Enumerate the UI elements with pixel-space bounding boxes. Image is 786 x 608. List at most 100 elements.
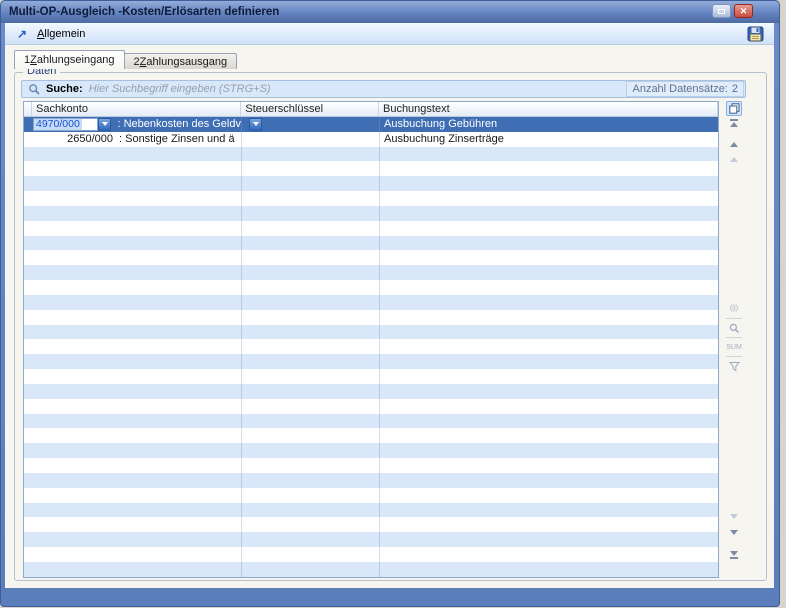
table-cell-empty	[242, 250, 380, 265]
menu-arrow-icon: ↗	[17, 27, 27, 41]
table-row-empty[interactable]	[24, 562, 718, 577]
sachkonto-editor[interactable]: 4970/000	[33, 118, 98, 131]
column-header-buchungstext[interactable]: Buchungstext	[379, 102, 718, 116]
close-icon: ✕	[740, 7, 748, 16]
table-cell-empty	[242, 384, 380, 399]
table-row-empty[interactable]	[24, 310, 718, 325]
cell-buchungstext[interactable]: Ausbuchung Gebühren	[380, 117, 718, 132]
zoom-button[interactable]	[726, 318, 742, 337]
table-row-empty[interactable]	[24, 147, 718, 162]
arrow-up-icon	[730, 145, 738, 162]
cell-steuerschluessel[interactable]	[242, 132, 380, 147]
table-row-empty[interactable]	[24, 191, 718, 206]
table-cell-empty	[242, 443, 380, 458]
table-row-empty[interactable]	[24, 428, 718, 443]
scroll-up-disabled-button	[730, 145, 738, 157]
table-row-empty[interactable]	[24, 369, 718, 384]
scroll-up-button[interactable]	[730, 130, 738, 142]
copy-rows-button[interactable]	[726, 101, 742, 116]
table-cell-empty	[32, 265, 242, 280]
copy-icon	[729, 103, 740, 114]
table-row-empty[interactable]	[24, 206, 718, 221]
close-button[interactable]: ✕	[734, 4, 753, 18]
scroll-down-button[interactable]	[730, 535, 738, 547]
table-row[interactable]: 4970/000 : Nebenkosten des Geldv	[24, 117, 718, 132]
grid-header: Sachkonto Steuerschlüssel Buchungstext	[24, 102, 718, 117]
table-cell-empty	[380, 532, 718, 547]
table-cell-empty	[380, 250, 718, 265]
table-cell-empty	[242, 221, 380, 236]
cell-steuerschluessel[interactable]	[242, 117, 380, 132]
table-row-empty[interactable]	[24, 443, 718, 458]
table-cell-empty	[380, 369, 718, 384]
table-row-empty[interactable]	[24, 295, 718, 310]
table-cell-empty	[242, 191, 380, 206]
table-row-empty[interactable]	[24, 176, 718, 191]
save-button[interactable]	[747, 26, 764, 42]
cell-buchungstext[interactable]: Ausbuchung Zinserträge	[380, 132, 718, 147]
table-cell-empty	[32, 443, 242, 458]
table-row-empty[interactable]	[24, 354, 718, 369]
table-cell-empty	[32, 339, 242, 354]
bands-button[interactable]: (||)	[726, 299, 742, 318]
table-row[interactable]: 2650/000 : Sonstige Zinsen und ä Ausbuch…	[24, 132, 718, 147]
table-cell-empty	[380, 354, 718, 369]
table-cell-empty	[380, 443, 718, 458]
table-row-empty[interactable]	[24, 503, 718, 518]
table-cell-empty	[380, 384, 718, 399]
cell-sachkonto[interactable]: 2650/000 : Sonstige Zinsen und ä	[32, 132, 242, 147]
search-icon	[28, 83, 41, 96]
steuerschluessel-dropdown-button[interactable]	[249, 118, 262, 131]
table-cell-empty	[380, 295, 718, 310]
table-cell-empty	[380, 191, 718, 206]
table-row-empty[interactable]	[24, 399, 718, 414]
table-row-empty[interactable]	[24, 221, 718, 236]
table-row-empty[interactable]	[24, 517, 718, 532]
table-row-empty[interactable]	[24, 414, 718, 429]
search-bar[interactable]: Suche: Hier Suchbegriff eingeben (STRG+S…	[21, 80, 746, 98]
filter-button[interactable]	[726, 356, 742, 375]
table-cell-empty	[380, 414, 718, 429]
table-cell-empty	[242, 161, 380, 176]
arrow-down-icon	[730, 514, 738, 531]
column-header-steuerschluessel[interactable]: Steuerschlüssel	[241, 102, 379, 116]
cell-sachkonto[interactable]: 4970/000 : Nebenkosten des Geldv	[32, 117, 242, 132]
tab-zahlungseingang[interactable]: 1 Zahlungseingang	[14, 50, 125, 69]
title-bar[interactable]: Multi-OP-Ausgleich -Kosten/Erlösarten de…	[0, 0, 780, 23]
magnifier-icon	[729, 323, 740, 334]
table-row-empty[interactable]	[24, 265, 718, 280]
table-row-empty[interactable]	[24, 532, 718, 547]
table-cell-empty	[32, 221, 242, 236]
scroll-to-bottom-button[interactable]	[730, 551, 738, 559]
table-cell-empty	[32, 473, 242, 488]
table-cell-empty	[242, 176, 380, 191]
sum-button[interactable]: SUM	[726, 337, 742, 356]
bottom-bar	[730, 557, 738, 559]
restore-button[interactable]	[712, 4, 731, 18]
table-cell-empty	[380, 325, 718, 340]
table-cell-empty	[32, 517, 242, 532]
table-cell-empty	[242, 488, 380, 503]
dialog-window: Multi-OP-Ausgleich -Kosten/Erlösarten de…	[0, 0, 780, 607]
table-row-empty[interactable]	[24, 547, 718, 562]
table-row-empty[interactable]	[24, 161, 718, 176]
table-body: 4970/000 : Nebenkosten des Geldv	[24, 117, 718, 577]
search-input[interactable]: Hier Suchbegriff eingeben (STRG+S)	[89, 83, 627, 95]
table-row-empty[interactable]	[24, 384, 718, 399]
tab-zahlungsausgang[interactable]: 2 Zahlungsausgang	[125, 53, 238, 69]
table-row-empty[interactable]	[24, 236, 718, 251]
menu-item-allgemein[interactable]: Allgemein	[33, 26, 89, 42]
table-row-empty[interactable]	[24, 250, 718, 265]
table-cell-empty	[242, 339, 380, 354]
table-row-empty[interactable]	[24, 325, 718, 340]
table-row-empty[interactable]	[24, 280, 718, 295]
table-row-empty[interactable]	[24, 339, 718, 354]
table-row-empty[interactable]	[24, 488, 718, 503]
scroll-to-top-button[interactable]	[730, 119, 738, 127]
table-cell-empty	[32, 399, 242, 414]
sachkonto-dropdown-button[interactable]	[98, 118, 111, 131]
table-row-empty[interactable]	[24, 458, 718, 473]
table-row-empty[interactable]	[24, 473, 718, 488]
top-bar	[730, 119, 738, 121]
column-header-sachkonto[interactable]: Sachkonto	[32, 102, 241, 116]
